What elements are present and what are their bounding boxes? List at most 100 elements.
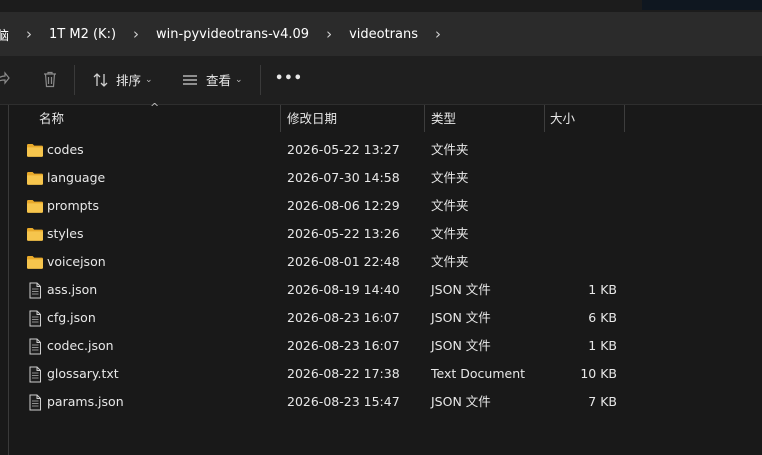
file-date: 2026-08-23 16:07 <box>287 338 400 353</box>
chevron-down-icon: ⌄ <box>235 74 243 85</box>
file-icon <box>26 338 44 355</box>
chevron-down-icon: ⌄ <box>145 74 153 85</box>
more-options-icon[interactable]: ••• <box>275 71 303 86</box>
file-row[interactable]: glossary.txt 2026-08-22 17:38 Text Documen… <box>20 360 760 388</box>
file-row[interactable]: styles 2026-05-22 13:26 文件夹 <box>20 220 760 248</box>
file-size <box>540 136 617 164</box>
file-date: 2026-05-22 13:27 <box>287 142 400 157</box>
file-type: 文件夹 <box>431 170 469 185</box>
column-separator[interactable] <box>544 105 545 132</box>
file-date: 2026-05-22 13:26 <box>287 226 400 241</box>
column-separator[interactable] <box>624 105 625 132</box>
file-type: 文件夹 <box>431 142 469 157</box>
breadcrumb-label: 脑 <box>0 28 10 44</box>
file-size: 7 KB <box>588 394 617 409</box>
file-icon <box>26 282 44 299</box>
column-header-date[interactable]: 修改日期 <box>287 105 337 133</box>
file-name: codes <box>47 142 84 157</box>
breadcrumb-label: 1T M2 (K:) <box>49 26 117 42</box>
breadcrumb-label: videotrans <box>349 26 418 42</box>
file-type: 文件夹 <box>431 254 469 269</box>
column-header-row: ^ 名称 修改日期 类型 大小 <box>0 101 762 133</box>
file-list: ^ 名称 修改日期 类型 大小 codes 2026-05-22 13:27 文件夹… <box>0 101 762 455</box>
breadcrumb-label: win-pyvideotrans-v4.09 <box>156 26 310 42</box>
file-size: 1 KB <box>588 282 617 297</box>
breadcrumb-item[interactable]: win-pyvideotrans-v4.09 <box>156 12 309 56</box>
column-separator[interactable] <box>280 105 281 132</box>
file-date: 2026-07-30 14:58 <box>287 170 400 185</box>
file-date: 2026-08-01 22:48 <box>287 254 400 269</box>
breadcrumb-item[interactable]: 1T M2 (K:) <box>49 12 116 56</box>
sort-button[interactable]: 排序 ⌄ <box>92 70 153 89</box>
sort-ascending-icon: ^ <box>150 101 160 114</box>
file-row[interactable]: prompts 2026-08-06 12:29 文件夹 <box>20 192 760 220</box>
folder-icon <box>26 226 44 242</box>
view-label: 查看 <box>206 73 232 88</box>
file-size <box>540 192 617 220</box>
chevron-right-icon[interactable]: › <box>428 25 448 43</box>
pane-divider <box>8 105 9 455</box>
file-date: 2026-08-22 17:38 <box>287 366 400 381</box>
folder-icon <box>26 254 44 270</box>
toolbar-divider <box>74 65 75 95</box>
breadcrumb-item[interactable]: 脑 <box>0 12 9 56</box>
file-name: ass.json <box>47 282 98 297</box>
file-date: 2026-08-23 15:47 <box>287 394 400 409</box>
file-date: 2026-08-06 12:29 <box>287 198 400 213</box>
file-type: 文件夹 <box>431 198 469 213</box>
file-row[interactable]: cfg.json 2026-08-23 16:07 JSON 文件 6 KB <box>20 304 760 332</box>
column-header-size[interactable]: 大小 <box>550 105 575 133</box>
file-row[interactable]: params.json 2026-08-23 15:47 JSON 文件 7 KB <box>20 388 760 416</box>
file-name: voicejson <box>47 254 106 269</box>
view-icon <box>181 71 199 89</box>
file-name: glossary.txt <box>47 366 119 381</box>
folder-icon <box>26 142 44 158</box>
view-button[interactable]: 查看 ⌄ <box>181 70 243 89</box>
file-icon <box>26 394 44 411</box>
file-icon <box>26 310 44 327</box>
sort-icon <box>92 71 110 89</box>
file-date: 2026-08-23 16:07 <box>287 310 400 325</box>
file-type: 文件夹 <box>431 226 469 241</box>
file-size: 1 KB <box>588 338 617 353</box>
toolbar-divider <box>260 65 261 95</box>
file-type: Text Document <box>431 366 526 381</box>
file-row[interactable]: language 2026-07-30 14:58 文件夹 <box>20 164 760 192</box>
file-row[interactable]: voicejson 2026-08-01 22:48 文件夹 <box>20 248 760 276</box>
chevron-right-icon[interactable]: › <box>19 25 39 43</box>
file-name: styles <box>47 226 84 241</box>
chevron-right-icon[interactable]: › <box>126 25 146 43</box>
window-top-strip <box>0 0 762 12</box>
file-type: JSON 文件 <box>431 282 491 297</box>
column-header-type[interactable]: 类型 <box>431 105 456 133</box>
file-name: prompts <box>47 198 99 213</box>
file-size <box>540 164 617 192</box>
file-size <box>540 248 617 276</box>
file-name: params.json <box>47 394 124 409</box>
file-row[interactable]: ass.json 2026-08-19 14:40 JSON 文件 1 KB <box>20 276 760 304</box>
title-bar-accent <box>642 0 762 10</box>
file-name: language <box>47 170 106 185</box>
file-size <box>540 220 617 248</box>
command-bar: 排序 ⌄ 查看 ⌄ ••• <box>0 56 762 105</box>
file-size: 10 KB <box>580 366 617 381</box>
file-row[interactable]: codec.json 2026-08-23 16:07 JSON 文件 1 KB <box>20 332 760 360</box>
file-row[interactable]: codes 2026-05-22 13:27 文件夹 <box>20 136 760 164</box>
file-type: JSON 文件 <box>431 310 491 325</box>
file-name: cfg.json <box>47 310 96 325</box>
share-icon[interactable] <box>0 71 10 87</box>
breadcrumb-item[interactable]: videotrans <box>349 12 418 56</box>
file-type: JSON 文件 <box>431 394 491 409</box>
delete-icon[interactable] <box>42 71 58 88</box>
folder-icon <box>26 198 44 214</box>
chevron-right-icon[interactable]: › <box>319 25 339 43</box>
folder-icon <box>26 170 44 186</box>
file-date: 2026-08-19 14:40 <box>287 282 400 297</box>
sort-label: 排序 <box>116 73 142 88</box>
address-bar[interactable]: 脑 › 1T M2 (K:) › win-pyvideotrans-v4.09 … <box>0 12 762 56</box>
file-icon <box>26 366 44 383</box>
column-separator[interactable] <box>424 105 425 132</box>
column-header-name[interactable]: 名称 <box>39 105 64 133</box>
file-name: codec.json <box>47 338 114 353</box>
file-type: JSON 文件 <box>431 338 491 353</box>
